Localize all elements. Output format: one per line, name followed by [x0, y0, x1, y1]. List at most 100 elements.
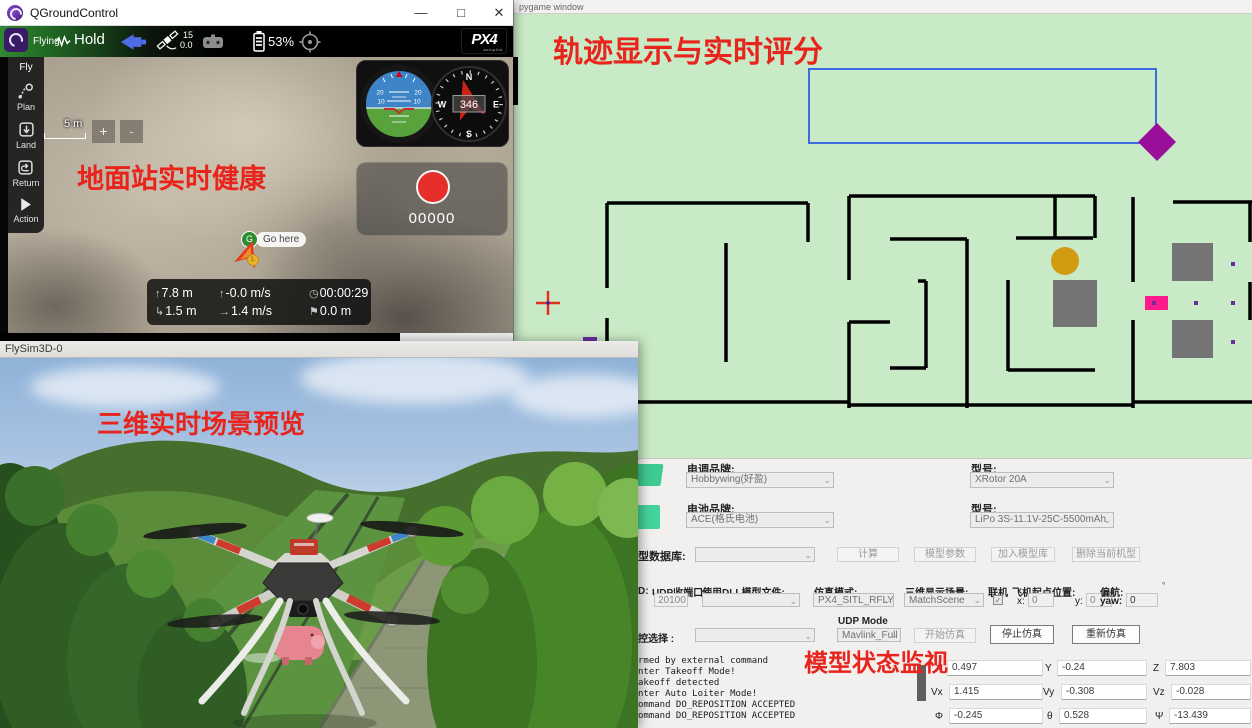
qgc-map-view[interactable]: Fly Plan Land: [0, 57, 513, 333]
qgc-window-title: QGroundControl: [30, 6, 118, 20]
px4-logo-subtext: autopilot: [483, 47, 503, 52]
gps-satellite-icon[interactable]: [155, 30, 180, 52]
qgc-fly-sidebar: Fly Plan Land: [8, 57, 44, 233]
flysim-window-title: FlySim3D-0: [5, 343, 62, 355]
battery-brand-select[interactable]: ACE(格氏电池) ⌄: [686, 512, 834, 528]
qgc-toolbar: Flying Hold 15 0.0: [0, 26, 513, 57]
compass-e: E: [493, 100, 499, 110]
model-status-overlay-text: 模型状态监视: [804, 643, 948, 678]
compass[interactable]: N E S W 346: [429, 64, 509, 144]
go-here-label[interactable]: Go here: [256, 232, 306, 247]
chevron-down-icon: ⌄: [1103, 513, 1111, 527]
battery-model-value: LiPo 3S-11.1V-25C-5500mAh: [975, 514, 1106, 525]
add-to-library-button[interactable]: 加入模型库: [991, 547, 1055, 562]
chevron-down-icon: ⌄: [823, 473, 831, 487]
sidebar-item-action[interactable]: Action: [13, 197, 38, 224]
state-x-value: 0.497: [947, 660, 1043, 676]
compass-s: S: [466, 129, 472, 139]
pitch-mark-10: 10: [377, 99, 385, 106]
model-params-button[interactable]: 模型参数: [914, 547, 976, 562]
rc-controller-icon[interactable]: [202, 34, 224, 49]
battery-model-select[interactable]: LiPo 3S-11.1V-25C-5500mAh ⌄: [970, 512, 1114, 528]
compass-heading-value: 346: [460, 99, 478, 111]
state-phi-value: -0.245: [949, 708, 1043, 724]
rc-select[interactable]: ⌄: [695, 628, 815, 642]
climb-icon: ↑: [219, 288, 225, 300]
x-input[interactable]: 0: [1028, 593, 1054, 607]
sidebar-item-label: Plan: [17, 102, 35, 112]
loiter-marker-badge[interactable]: L: [247, 254, 259, 266]
map-scale-bar: [44, 133, 86, 139]
gps-crosshair-icon[interactable]: [299, 31, 321, 53]
minimize-button[interactable]: —: [404, 0, 438, 25]
maximize-button[interactable]: □: [444, 0, 478, 25]
udp-port-input[interactable]: 20100: [654, 593, 688, 607]
chevron-down-icon: ⌄: [789, 594, 797, 607]
qgc-titlebar[interactable]: QGroundControl — □ ✕: [0, 0, 513, 26]
sidebar-header: Fly: [19, 62, 32, 73]
speed-icon: →: [219, 306, 230, 318]
telemetry-flight-time: ◷00:00:29: [309, 286, 379, 300]
pitch-mark-20: 20: [376, 90, 384, 97]
telemetry-climb-rate: ↑-0.0 m/s: [219, 286, 309, 300]
esc-brand-select[interactable]: Hobbywing(好盈) ⌄: [686, 472, 834, 488]
delete-model-button[interactable]: 删除当前机型: [1072, 547, 1140, 562]
qgroundcontrol-window: QGroundControl — □ ✕ Flying Hold: [0, 0, 513, 341]
scene-preview-overlay-text: 三维实时场景预览: [97, 404, 305, 441]
sidebar-item-label: Return: [12, 178, 39, 188]
ground-station-overlay-text: 地面站实时健康: [77, 157, 266, 196]
state-z-label: Z: [1153, 663, 1159, 674]
dll-model-select[interactable]: ⌄: [702, 593, 800, 607]
copter-id-label: D:: [638, 586, 649, 597]
flysim3d-window: FlySim3D-0: [0, 341, 638, 728]
console-line: ommand DO_REPOSITION ACCEPTED: [638, 711, 795, 721]
chevron-down-icon: ⌄: [883, 594, 891, 607]
zoom-in-button[interactable]: +: [92, 120, 115, 143]
yaw-input[interactable]: 0: [1126, 593, 1158, 607]
sidebar-item-return[interactable]: Return: [12, 159, 39, 188]
qgc-bottom-scrollbar[interactable]: [0, 333, 400, 341]
chevron-down-icon: ⌄: [804, 629, 812, 642]
scene-select[interactable]: MatchScene ⌄: [904, 593, 984, 607]
sidebar-item-plan[interactable]: Plan: [17, 83, 35, 112]
attitude-indicator[interactable]: 20 20 10 10: [359, 64, 439, 144]
esc-model-select[interactable]: XRotor 20A ⌄: [970, 472, 1114, 488]
battery-percent[interactable]: 53%: [268, 34, 294, 49]
battery-image: [638, 505, 660, 529]
esc-brand-value: Hobbywing(好盈): [691, 474, 767, 485]
megaphone-icon[interactable]: [120, 33, 149, 51]
altitude-icon: ↑: [155, 288, 161, 300]
state-vz-value: -0.028: [1171, 684, 1251, 700]
sidebar-item-land[interactable]: Land: [16, 121, 36, 150]
stop-sim-button[interactable]: 停止仿真: [990, 625, 1054, 644]
map-left-edge: [0, 57, 8, 333]
flight-mode[interactable]: Hold: [74, 31, 105, 48]
flysim-3d-viewport[interactable]: 三维实时场景预览: [0, 358, 638, 728]
y-label: y:: [1075, 596, 1083, 607]
record-counter: 00000: [357, 210, 507, 227]
flysim-titlebar[interactable]: FlySim3D-0: [0, 341, 638, 358]
qgc-logo-icon[interactable]: [4, 28, 28, 52]
action-play-icon: [18, 197, 33, 212]
record-button[interactable]: [416, 170, 450, 204]
zoom-out-button[interactable]: -: [120, 120, 143, 143]
land-icon: [18, 121, 35, 138]
pygame-titlebar[interactable]: pygame window: [514, 0, 1252, 14]
telemetry-panel: ↑7.8 m ↑-0.0 m/s ◷00:00:29 ↳1.5 m →1.4 m…: [147, 279, 371, 325]
restart-sim-button[interactable]: 重新仿真: [1072, 625, 1140, 644]
online-checkbox[interactable]: ✓: [993, 595, 1003, 605]
model-db-select[interactable]: ⌄: [695, 547, 815, 562]
gps-count: 15: [183, 30, 193, 40]
desktop: pygame window 轨迹显示与实时评分 电调品牌: Hobbywing(…: [0, 0, 1252, 728]
sim-mode-select[interactable]: PX4_SITL_RFLY ⌄: [813, 593, 894, 607]
calc-button[interactable]: 计算: [837, 547, 899, 562]
udp-mode-select[interactable]: Mavlink_Full ⌄: [837, 628, 901, 642]
degree-symbol: °: [1162, 581, 1165, 590]
chevron-down-icon: ⌄: [1103, 473, 1111, 487]
sidebar-item-label: Land: [16, 140, 36, 150]
start-sim-button[interactable]: 开始仿真: [914, 628, 976, 643]
close-button[interactable]: ✕: [482, 0, 516, 25]
state-phi-label: Φ: [935, 711, 943, 722]
rflysim-control-panel: 电调品牌: Hobbywing(好盈) ⌄ 型号: XRotor 20A ⌄ 电…: [638, 458, 1252, 728]
battery-icon[interactable]: [253, 31, 265, 52]
